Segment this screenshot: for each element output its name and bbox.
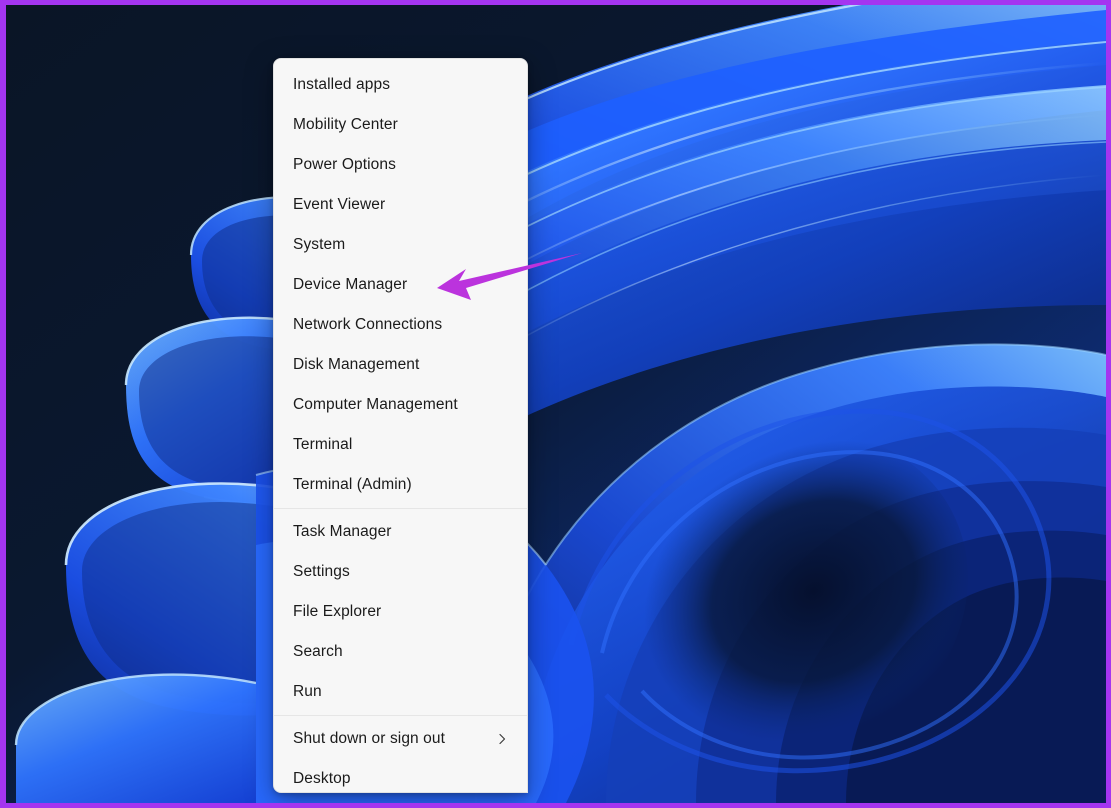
- menu-item-label: Run: [293, 683, 322, 700]
- menu-item-device-manager[interactable]: Device Manager: [274, 265, 527, 305]
- menu-item-label: Shut down or sign out: [293, 730, 446, 747]
- menu-item-label: Device Manager: [293, 276, 408, 293]
- menu-item-settings[interactable]: Settings: [274, 552, 527, 592]
- menu-item-label: Network Connections: [293, 316, 443, 333]
- menu-item-label: Event Viewer: [293, 196, 386, 213]
- menu-item-mobility-center[interactable]: Mobility Center: [274, 105, 527, 145]
- annotated-screenshot-frame: Installed apps Mobility Center Power Opt…: [0, 0, 1111, 808]
- menu-item-label: System: [293, 236, 346, 253]
- menu-item-label: Task Manager: [293, 523, 392, 540]
- windows-11-desktop[interactable]: Installed apps Mobility Center Power Opt…: [6, 5, 1106, 803]
- menu-item-installed-apps[interactable]: Installed apps: [274, 65, 527, 105]
- menu-item-terminal-admin[interactable]: Terminal (Admin): [274, 465, 527, 505]
- win-x-power-user-menu[interactable]: Installed apps Mobility Center Power Opt…: [273, 58, 528, 793]
- menu-item-label: Power Options: [293, 156, 396, 173]
- menu-group-shell-tools: Task Manager Settings File Explorer Sear…: [274, 512, 527, 712]
- menu-item-label: File Explorer: [293, 603, 382, 620]
- menu-item-computer-management[interactable]: Computer Management: [274, 385, 527, 425]
- menu-separator: [274, 508, 527, 509]
- menu-item-network-connections[interactable]: Network Connections: [274, 305, 527, 345]
- menu-item-file-explorer[interactable]: File Explorer: [274, 592, 527, 632]
- menu-item-label: Mobility Center: [293, 116, 398, 133]
- chevron-right-icon: [495, 732, 509, 746]
- menu-item-label: Terminal: [293, 436, 353, 453]
- menu-item-system[interactable]: System: [274, 225, 527, 265]
- menu-item-terminal[interactable]: Terminal: [274, 425, 527, 465]
- menu-item-power-options[interactable]: Power Options: [274, 145, 527, 185]
- menu-item-desktop[interactable]: Desktop: [274, 759, 527, 792]
- menu-item-label: Settings: [293, 563, 350, 580]
- menu-item-label: Desktop: [293, 770, 351, 787]
- menu-item-label: Installed apps: [293, 76, 391, 93]
- menu-item-event-viewer[interactable]: Event Viewer: [274, 185, 527, 225]
- menu-item-disk-management[interactable]: Disk Management: [274, 345, 527, 385]
- menu-item-task-manager[interactable]: Task Manager: [274, 512, 527, 552]
- menu-item-label: Search: [293, 643, 343, 660]
- menu-item-label: Computer Management: [293, 396, 458, 413]
- menu-item-label: Disk Management: [293, 356, 420, 373]
- menu-group-session: Shut down or sign out Desktop: [274, 719, 527, 792]
- menu-item-run[interactable]: Run: [274, 672, 527, 712]
- menu-item-search[interactable]: Search: [274, 632, 527, 672]
- menu-item-shut-down-or-sign-out[interactable]: Shut down or sign out: [274, 719, 527, 759]
- menu-group-system-tools: Installed apps Mobility Center Power Opt…: [274, 65, 527, 505]
- wallpaper-image: [6, 5, 1106, 803]
- menu-separator: [274, 715, 527, 716]
- menu-item-label: Terminal (Admin): [293, 476, 412, 493]
